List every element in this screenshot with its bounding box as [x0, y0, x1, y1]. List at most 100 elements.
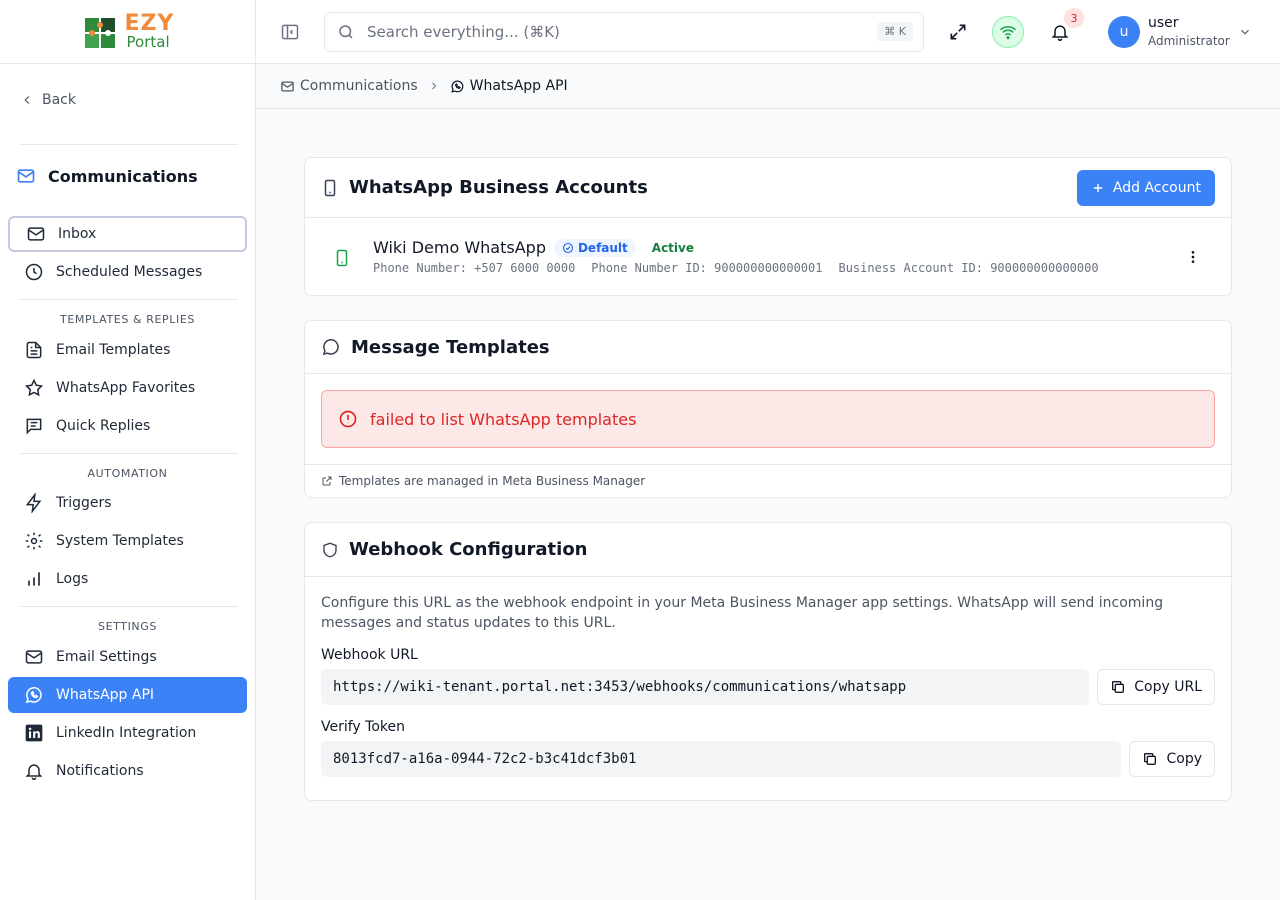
sidebar-toggle-icon[interactable] [280, 22, 300, 42]
verify-token-label: Verify Token [321, 719, 405, 735]
shield-icon [321, 540, 339, 560]
sidebar-item-label: Logs [56, 571, 89, 587]
sidebar-item-linkedin-integration[interactable]: LinkedIn Integration [8, 715, 247, 751]
search-input[interactable]: Search everything... (⌘K) ⌘ K [324, 12, 924, 52]
sidebar-item-triggers[interactable]: Triggers [8, 485, 247, 521]
add-account-button[interactable]: Add Account [1076, 170, 1215, 206]
card-title: Message Templates [351, 336, 550, 358]
add-account-label: Add Account [1112, 180, 1201, 196]
account-row[interactable]: Wiki Demo WhatsApp Default Active Phone … [305, 218, 1231, 294]
wifi-icon [999, 23, 1017, 41]
section-title: Communications [16, 166, 198, 186]
nav-group-title: AUTOMATION [87, 467, 168, 480]
divider [20, 606, 238, 607]
verify-token-value[interactable]: 8013fcd7-a16a-0944-72c2-b3c41dcf3b01 [321, 741, 1122, 777]
sidebar-item-label: Email Templates [56, 342, 171, 358]
zap-icon [24, 493, 44, 513]
notification-count-badge: 3 [1064, 8, 1084, 28]
back-link[interactable]: Back [20, 92, 76, 108]
webhook-configuration-card: Webhook Configuration Configure this URL… [304, 522, 1232, 801]
nav-group-title: SETTINGS [98, 620, 157, 633]
connection-status-button[interactable] [992, 16, 1024, 48]
sidebar-item-system-templates[interactable]: System Templates [8, 523, 247, 559]
sidebar-item-quick-replies[interactable]: Quick Replies [8, 408, 247, 444]
sidebar-item-notifications[interactable]: Notifications [8, 753, 247, 789]
smartphone-icon [321, 179, 339, 197]
account-name-row: Wiki Demo WhatsApp Default Active [373, 238, 702, 257]
status-badge: Active [651, 240, 694, 255]
avatar[interactable]: u [1108, 16, 1140, 48]
breadcrumb-label: WhatsApp API [469, 78, 568, 94]
breadcrumb-whatsapp-api: WhatsApp API [450, 78, 568, 94]
footer-text: Templates are managed in Meta Business M… [339, 474, 646, 488]
account-name: Wiki Demo WhatsApp [373, 238, 546, 257]
sidebar-item-logs[interactable]: Logs [8, 561, 247, 597]
back-label: Back [42, 92, 76, 108]
breadcrumb: Communications WhatsApp API [256, 64, 1280, 109]
copy-icon [1110, 679, 1126, 695]
fullscreen-icon[interactable] [948, 22, 968, 42]
whatsapp-icon [450, 79, 465, 94]
sidebar-item-email-templates[interactable]: Email Templates [8, 332, 247, 368]
message-circle-icon [321, 337, 341, 357]
card-header: Webhook Configuration [305, 523, 1231, 577]
breadcrumb-communications[interactable]: Communications [280, 78, 418, 94]
more-vertical-icon[interactable] [1185, 248, 1201, 266]
clock-icon [24, 262, 44, 282]
section-title-label: Communications [48, 166, 198, 186]
mail-icon [280, 79, 295, 94]
card-header: Message Templates [305, 321, 1231, 374]
whatsapp-icon [24, 685, 44, 705]
mail-icon [16, 166, 36, 186]
sidebar-item-whatsapp-favorites[interactable]: WhatsApp Favorites [8, 370, 247, 406]
breadcrumb-label: Communications [300, 78, 418, 94]
user-role: Administrator [1148, 34, 1230, 48]
card-title: Webhook Configuration [349, 539, 588, 560]
copy-token-button[interactable]: Copy [1129, 741, 1215, 777]
card-title: WhatsApp Business Accounts [349, 177, 648, 198]
verify-token-row: 8013fcd7-a16a-0944-72c2-b3c41dcf3b01 Cop… [321, 741, 1215, 777]
gear-icon [24, 531, 44, 551]
business-account-id: Business Account ID: 900000000000000 [838, 261, 1099, 275]
sidebar-item-label: LinkedIn Integration [56, 725, 197, 741]
external-link-icon [321, 475, 333, 487]
sidebar-item-label: WhatsApp API [56, 687, 155, 703]
logo-puzzle-icon [81, 12, 121, 52]
search-icon [337, 23, 355, 41]
search-shortcut-badge: ⌘ K [877, 22, 913, 41]
badge-check-icon [562, 242, 574, 254]
sidebar: EZY Portal Back Communications Inbox Sch… [0, 0, 256, 900]
phone-number: Phone Number: +507 6000 0000 [373, 261, 576, 275]
chevron-right-icon [428, 80, 440, 92]
whatsapp-accounts-card: WhatsApp Business Accounts Add Account W… [304, 157, 1232, 296]
sidebar-item-email-settings[interactable]: Email Settings [8, 639, 247, 675]
sidebar-item-label: Inbox [58, 226, 97, 242]
sidebar-item-label: Scheduled Messages [56, 264, 203, 280]
top-header: Search everything... (⌘K) ⌘ K 3 u user A… [256, 0, 1280, 64]
sidebar-item-inbox[interactable]: Inbox [8, 216, 247, 252]
sidebar-item-scheduled-messages[interactable]: Scheduled Messages [8, 254, 247, 290]
chevron-down-icon[interactable] [1238, 25, 1252, 39]
alert-circle-icon [338, 409, 358, 429]
error-message: failed to list WhatsApp templates [370, 409, 637, 429]
sidebar-item-label: WhatsApp Favorites [56, 380, 196, 396]
copy-token-label: Copy [1166, 751, 1202, 767]
star-icon [24, 378, 44, 398]
templates-footer: Templates are managed in Meta Business M… [305, 464, 1231, 497]
account-meta: Phone Number: +507 6000 0000 Phone Numbe… [373, 261, 1099, 275]
user-name[interactable]: user [1148, 15, 1179, 31]
sidebar-item-label: Email Settings [56, 649, 157, 665]
webhook-url-value[interactable]: https://wiki-tenant.portal.net:3453/webh… [321, 669, 1090, 705]
sidebar-item-whatsapp-api[interactable]: WhatsApp API [8, 677, 247, 713]
copy-icon [1142, 751, 1158, 767]
copy-url-label: Copy URL [1134, 679, 1202, 695]
error-alert: failed to list WhatsApp templates [321, 390, 1215, 448]
logo[interactable]: EZY Portal [0, 0, 255, 64]
mail-icon [24, 647, 44, 667]
webhook-url-row: https://wiki-tenant.portal.net:3453/webh… [321, 669, 1215, 705]
message-templates-card: Message Templates failed to list WhatsAp… [304, 320, 1232, 498]
webhook-description: Configure this URL as the webhook endpoi… [321, 595, 1164, 631]
copy-url-button[interactable]: Copy URL [1097, 669, 1215, 705]
sidebar-item-label: Triggers [56, 495, 112, 511]
default-badge-label: Default [577, 240, 628, 255]
